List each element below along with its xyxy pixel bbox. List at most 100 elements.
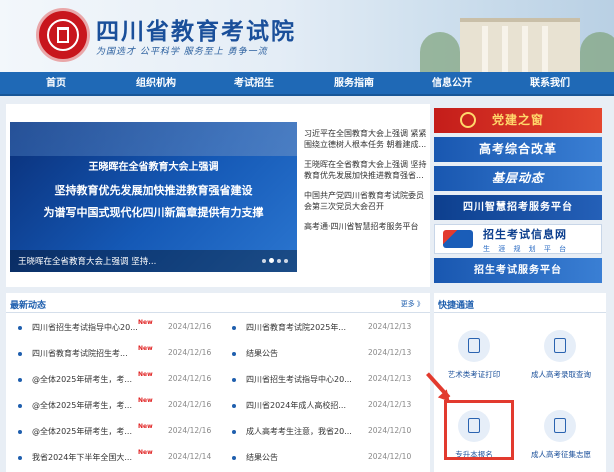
list-item[interactable]: 我省2024年下半年全国大... New 2024/12/14 [18,449,218,466]
list-item-title[interactable]: @全体2025年研考生，考... [32,426,132,437]
site-title[interactable]: 四川省教育考试院 [96,12,296,46]
party-emblem-icon [460,112,476,128]
nav-service-guide[interactable]: 服务指南 [314,72,394,96]
bullet-icon [232,378,236,382]
nav-organization[interactable]: 组织机构 [116,72,196,96]
list-document-icon[interactable] [544,410,576,442]
list-item[interactable]: @全体2025年研考生，考... New 2024/12/16 [18,397,218,414]
exam-service-platform-banner[interactable]: 招生考试服务平台 [434,258,602,283]
list-item-date: 2024/12/16 [168,400,212,409]
reform-banner-label: 高考综合改革 [478,142,557,156]
list-item-title[interactable]: 结果公告 [246,348,278,359]
info-network-logo-icon [443,230,473,248]
nav-home[interactable]: 首页 [16,72,96,96]
grassroots-banner-label: 基层动态 [491,171,544,185]
smart-exam-banner[interactable]: 四川智慧招考服务平台 [434,195,602,220]
adult-admission-query-link[interactable]: 成人高考录取查询 [524,369,598,380]
exam-info-network-banner[interactable]: 招生考试信息网 生 涯 规 划 平 台 [434,224,602,254]
list-item-title[interactable]: 四川省2024年成人高校招... [246,400,346,411]
exam-institute-seal-icon[interactable] [36,8,90,62]
smart-banner-label: 四川智慧招考服务平台 [463,202,573,213]
list-item-title[interactable]: 四川省招生考试指导中心20... [246,374,352,385]
list-document-glyph [554,418,566,433]
bullet-icon [18,352,22,356]
slide-headline: 王晓晖在全省教育大会上强调 [88,162,219,173]
list-item-title[interactable]: 四川省教育考试院2025年... [246,322,346,333]
main-nav: 首页 组织机构 考试招生 服务指南 信息公开 联系我们 [0,72,614,96]
gaokao-reform-banner[interactable]: 高考综合改革 [434,137,602,162]
slide-dot[interactable] [284,259,288,263]
list-item[interactable]: 四川省招生考试指导中心20... New 2024/12/16 [18,319,218,336]
slideshow[interactable]: 王晓晖在全省教育大会上强调 坚持教育优先发展加快推进教育强省建设 为谱写中国式现… [10,122,297,272]
tree-right [580,32,614,72]
site-header: 四川省教育考试院 为国选才 公平科学 服务至上 勇争一流 [0,0,614,72]
building-column [482,26,488,72]
nav-info-disclosure[interactable]: 信息公开 [412,72,492,96]
top-news-item[interactable]: 习近平在全国教育大会上强调 紧紧围绕立德树人根本任务 朝着建成... [304,128,428,150]
bullet-icon [18,456,22,460]
top-news-item[interactable]: 王晓晖在全省教育大会上强调 坚持教育优先发展加快推进教育强省... [304,159,428,181]
bullet-icon [18,404,22,408]
nav-exam-admission[interactable]: 考试招生 [214,72,294,96]
platform-banner-label: 招生考试服务平台 [474,265,562,276]
slide-line-2: 为谱写中国式现代化四川新篇章提供有力支撑 [43,206,264,219]
list-item-title[interactable]: @全体2025年研考生，考... [32,400,132,411]
more-link[interactable]: 更多 》 [401,299,424,309]
list-item-date: 2024/12/10 [368,452,412,461]
slide-dot-active[interactable] [269,258,274,263]
party-building-banner[interactable]: 党建之窗 [434,108,602,133]
edit-icon[interactable] [544,330,576,362]
list-item-title[interactable]: 结果公告 [246,452,278,463]
list-item[interactable]: 结果公告 2024/12/10 [232,452,426,466]
slide-photo-strip [10,122,297,156]
latest-news-header: 最新动态 更多 》 [6,293,430,313]
new-badge: New [138,423,153,430]
list-item-date: 2024/12/14 [168,452,212,461]
headline-section: 王晓晖在全省教育大会上强调 坚持教育优先发展加快推进教育强省建设 为谱写中国式现… [6,104,430,287]
list-item-title[interactable]: 成人高考考生注意，我省20... [246,426,352,437]
bullet-icon [18,430,22,434]
latest-news-panel: 最新动态 更多 》 四川省招生考试指导中心20... New 2024/12/1… [6,293,430,472]
list-item-date: 2024/12/16 [168,374,212,383]
list-item-date: 2024/12/10 [368,426,412,435]
art-exam-print-link[interactable]: 艺术类考证打印 [442,369,506,380]
top-news-item[interactable]: 中国共产党四川省教育考试院委员会第三次党员大会召开 [304,190,428,212]
list-item[interactable]: 四川省2024年成人高校招... 2024/12/13 [232,400,426,414]
bullet-icon [232,352,236,356]
nav-contact[interactable]: 联系我们 [510,72,590,96]
slide-dot[interactable] [262,259,266,263]
list-item[interactable]: @全体2025年研考生，考... New 2024/12/16 [18,423,218,440]
list-item[interactable]: 四川省教育考试院招生考... New 2024/12/16 [18,345,218,362]
latest-news-title: 最新动态 [10,301,47,311]
slide-dot[interactable] [277,259,281,263]
slide-line-1: 坚持教育优先发展加快推进教育强省建设 [54,184,253,197]
slide-caption[interactable]: 王晓晖在全省教育大会上强调 坚持... [18,255,156,267]
list-item-title[interactable]: 我省2024年下半年全国大... [32,452,132,463]
list-item-title[interactable]: 四川省招生考试指导中心20... [32,322,138,333]
new-badge: New [138,371,153,378]
list-item[interactable]: @全体2025年研考生，考... New 2024/12/16 [18,371,218,388]
list-item-date: 2024/12/13 [368,322,412,331]
bullet-icon [232,326,236,330]
new-badge: New [138,345,153,352]
building-image [420,0,614,72]
adult-supplementary-link[interactable]: 成人高考征集志愿 [524,449,598,460]
grassroots-banner[interactable]: 基层动态 [434,166,602,191]
top-news-item[interactable]: 高考通·四川省智慧招考服务平台 [304,221,428,232]
list-item-title[interactable]: 四川省教育考试院招生考... [32,348,128,359]
quick-access-header: 快捷通道 [434,293,606,313]
seal-ring [47,19,79,51]
list-item[interactable]: 四川省招生考试指导中心20... 2024/12/13 [232,374,426,388]
list-item-date: 2024/12/13 [368,400,412,409]
list-item[interactable]: 结果公告 2024/12/13 [232,348,426,362]
bullet-icon [232,456,236,460]
slide-caption-bar: 王晓晖在全省教育大会上强调 坚持... [10,250,297,272]
new-badge: New [138,397,153,404]
quick-access-title: 快捷通道 [438,301,475,311]
list-item-date: 2024/12/13 [368,348,412,357]
list-item-title[interactable]: @全体2025年研考生，考... [32,374,132,385]
tree-left [420,32,460,72]
list-item[interactable]: 成人高考考生注意，我省20... 2024/12/10 [232,426,426,440]
list-item[interactable]: 四川省教育考试院2025年... 2024/12/13 [232,322,426,336]
document-icon[interactable] [458,330,490,362]
